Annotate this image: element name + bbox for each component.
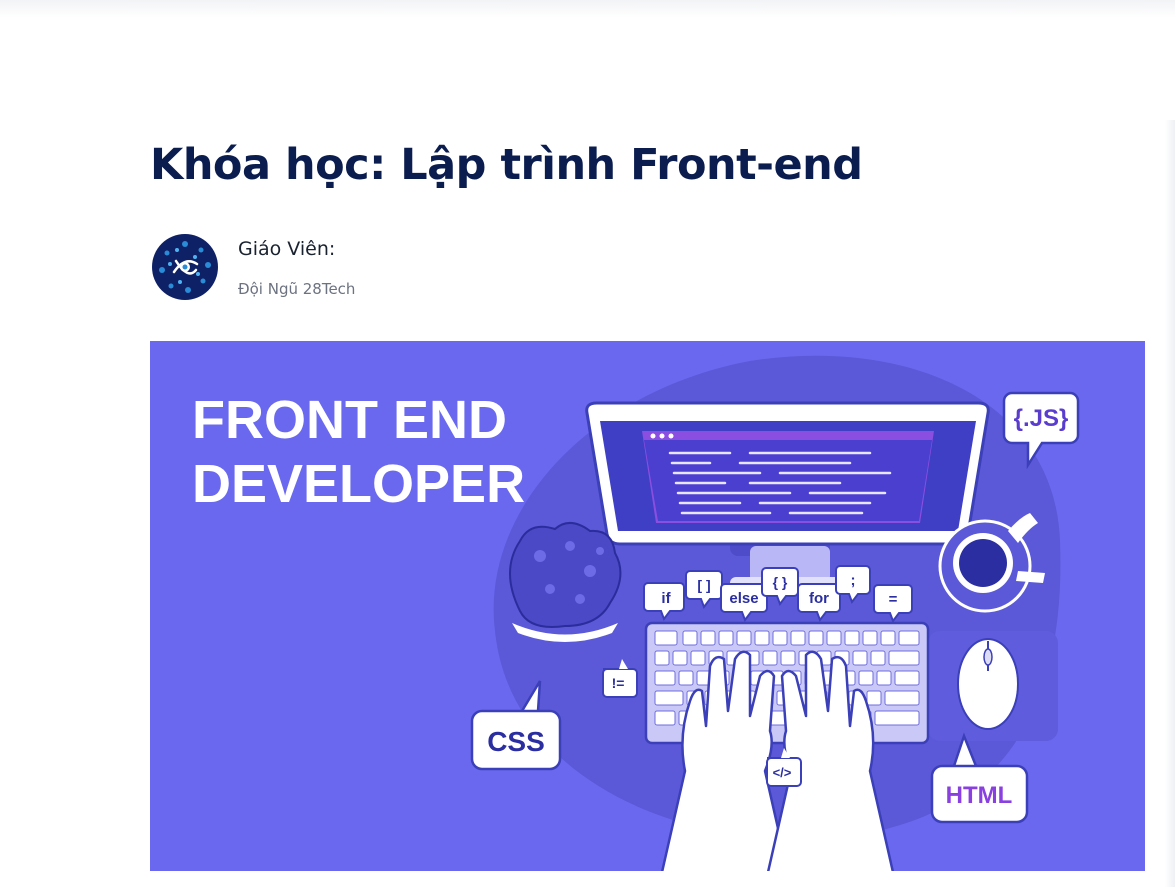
token-tag: </> [773, 765, 792, 780]
token-for: for [809, 590, 829, 607]
js-bubble-label: {.JS} [1014, 405, 1069, 432]
token-else: else [729, 590, 758, 607]
scroll-edge-shadow [1165, 120, 1175, 887]
token-brackets: [ ] [697, 577, 710, 593]
teacher-label: Giáo Viên: [238, 238, 336, 260]
network-logo-icon [150, 234, 220, 300]
token-if: if [661, 590, 671, 607]
course-banner: if [ ] else { } for ; = != </> {.JS} CSS… [150, 341, 1145, 871]
html-bubble-label: HTML [946, 782, 1013, 809]
token-braces: { } [773, 574, 788, 590]
teacher-name[interactable]: Đội Ngũ 28Tech [238, 280, 355, 298]
css-bubble-label: CSS [487, 726, 545, 757]
token-not-equals: != [612, 675, 625, 691]
token-equals: = [889, 591, 898, 608]
banner-headline-line2: DEVELOPER [192, 454, 526, 514]
token-semicolon: ; [851, 572, 856, 589]
banner-headline-line1: FRONT END [192, 390, 507, 450]
page-title: Khóa học: Lập trình Front-end [150, 140, 863, 190]
banner-headline: FRONT END DEVELOPER [192, 388, 525, 516]
top-bar [0, 0, 1175, 18]
